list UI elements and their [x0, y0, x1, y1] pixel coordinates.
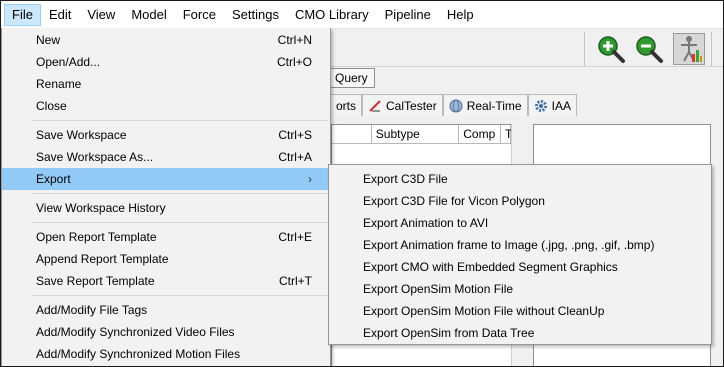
export-opensim-motion[interactable]: Export OpenSim Motion File: [329, 278, 711, 300]
menu-item-open-report-template[interactable]: Open Report Template Ctrl+E: [2, 226, 330, 248]
menu-item-shortcut: Ctrl+T: [279, 274, 312, 288]
menu-item-label: New: [36, 33, 61, 47]
tab-query[interactable]: Query: [331, 68, 375, 88]
menu-edit[interactable]: Edit: [41, 4, 79, 26]
menu-item-save-workspace-as[interactable]: Save Workspace As... Ctrl+A: [2, 146, 330, 168]
column-header-name[interactable]: [332, 125, 372, 144]
menu-item-label: Rename: [36, 77, 82, 91]
menu-model[interactable]: Model: [123, 4, 174, 26]
menu-item-save-report-template[interactable]: Save Report Template Ctrl+T: [2, 270, 330, 292]
menu-item-new[interactable]: New Ctrl+N: [2, 29, 330, 51]
export-opensim-data-tree[interactable]: Export OpenSim from Data Tree: [329, 322, 711, 344]
column-header-t[interactable]: T: [501, 125, 512, 144]
menu-item-shortcut: Ctrl+O: [276, 55, 312, 69]
tab-caltester-label: CalTester: [386, 98, 437, 113]
menu-item-label: Open Report Template: [36, 230, 157, 244]
tab-reports-label: orts: [336, 98, 357, 113]
export-animation-avi[interactable]: Export Animation to AVI: [329, 212, 711, 234]
tab-caltester[interactable]: CalTester: [362, 94, 443, 116]
tab-real-time[interactable]: Real-Time: [442, 94, 528, 116]
menu-item-save-workspace[interactable]: Save Workspace Ctrl+S: [2, 124, 330, 146]
menu-item-append-report-template[interactable]: Append Report Template: [2, 248, 330, 270]
menu-help[interactable]: Help: [439, 4, 482, 26]
menu-item-label: Add/Modify Synchronized Video Files: [36, 325, 235, 339]
menu-settings[interactable]: Settings: [224, 4, 287, 26]
column-header-comp[interactable]: Comp: [459, 125, 502, 144]
menu-item-close[interactable]: Close: [2, 95, 330, 117]
menu-view[interactable]: View: [79, 4, 123, 26]
tab-iaa-label: IAA: [551, 98, 571, 113]
menu-item-shortcut: Ctrl+E: [278, 230, 312, 244]
menu-item-label: Save Report Template: [36, 274, 155, 288]
menu-item-label: Export: [36, 172, 71, 186]
menu-item-label: Append Report Template: [36, 252, 169, 266]
export-animation-frame-image[interactable]: Export Animation frame to Image (.jpg, .…: [329, 234, 711, 256]
menu-item-label: Save Workspace As...: [36, 150, 154, 164]
skeleton-icon: [681, 36, 702, 62]
menu-item-label: Open/Add...: [36, 55, 101, 69]
tab-iaa[interactable]: IAA: [527, 94, 577, 116]
menu-pipeline[interactable]: Pipeline: [377, 4, 439, 26]
menu-item-sync-motion[interactable]: Add/Modify Synchronized Motion Files: [2, 343, 330, 365]
menu-bar: File Edit View Model Force Settings CMO …: [1, 1, 723, 29]
ruler-icon: [368, 99, 382, 113]
zoom-in-button[interactable]: [595, 33, 627, 65]
export-submenu: Export C3D File Export C3D File for Vico…: [328, 164, 712, 345]
export-opensim-motion-no-cleanup[interactable]: Export OpenSim Motion File without Clean…: [329, 300, 711, 322]
column-header-subtype[interactable]: Subtype: [372, 125, 460, 144]
menu-separator: [32, 120, 328, 121]
zoom-in-icon: [598, 36, 625, 63]
menu-item-label: Close: [36, 99, 67, 113]
file-menu: New Ctrl+N Open/Add... Ctrl+O Rename Clo…: [1, 28, 331, 367]
menu-item-shortcut: Ctrl+N: [277, 33, 312, 47]
toolbar-separator: [584, 32, 585, 66]
toolbar-separator: [711, 32, 712, 66]
tab-reports[interactable]: orts: [331, 94, 363, 116]
skeleton-button[interactable]: [673, 33, 705, 65]
menu-item-label: Save Workspace: [36, 128, 127, 142]
menu-item-file-tags[interactable]: Add/Modify File Tags: [2, 299, 330, 321]
menu-item-export[interactable]: Export ›: [2, 168, 330, 190]
right-scrollbar[interactable]: [711, 124, 723, 367]
zoom-out-icon: [636, 36, 663, 63]
menu-item-view-workspace-history[interactable]: View Workspace History: [2, 197, 330, 219]
table-header: Subtype Comp T: [332, 125, 512, 144]
menu-item-label: View Workspace History: [36, 201, 166, 215]
globe-icon: [449, 99, 463, 113]
submenu-arrow-icon: ›: [308, 172, 312, 186]
menu-item-label: Add/Modify File Tags: [36, 303, 148, 317]
workspace-tabs: orts CalTester Real-Time IAA: [331, 93, 723, 117]
main-toolbar: [331, 29, 723, 67]
export-c3d-vicon-polygon[interactable]: Export C3D File for Vicon Polygon: [329, 190, 711, 212]
menu-item-label: Add/Modify Synchronized Motion Files: [36, 347, 241, 361]
zoom-out-button[interactable]: [633, 33, 665, 65]
menu-separator: [32, 222, 328, 223]
export-cmo-embedded-graphics[interactable]: Export CMO with Embedded Segment Graphic…: [329, 256, 711, 278]
menu-file[interactable]: File: [4, 3, 41, 26]
menu-item-open-add[interactable]: Open/Add... Ctrl+O: [2, 51, 330, 73]
menu-cmo-library[interactable]: CMO Library: [287, 4, 377, 26]
export-c3d-file[interactable]: Export C3D File: [329, 168, 711, 190]
tab-real-time-label: Real-Time: [466, 98, 522, 113]
menu-separator: [32, 193, 328, 194]
menu-item-shortcut: Ctrl+S: [278, 128, 312, 142]
menu-force[interactable]: Force: [175, 4, 224, 26]
menu-item-sync-video[interactable]: Add/Modify Synchronized Video Files: [2, 321, 330, 343]
gear-icon: [534, 99, 548, 113]
menu-item-shortcut: Ctrl+A: [278, 150, 312, 164]
menu-separator: [32, 295, 328, 296]
menu-item-rename[interactable]: Rename: [2, 73, 330, 95]
